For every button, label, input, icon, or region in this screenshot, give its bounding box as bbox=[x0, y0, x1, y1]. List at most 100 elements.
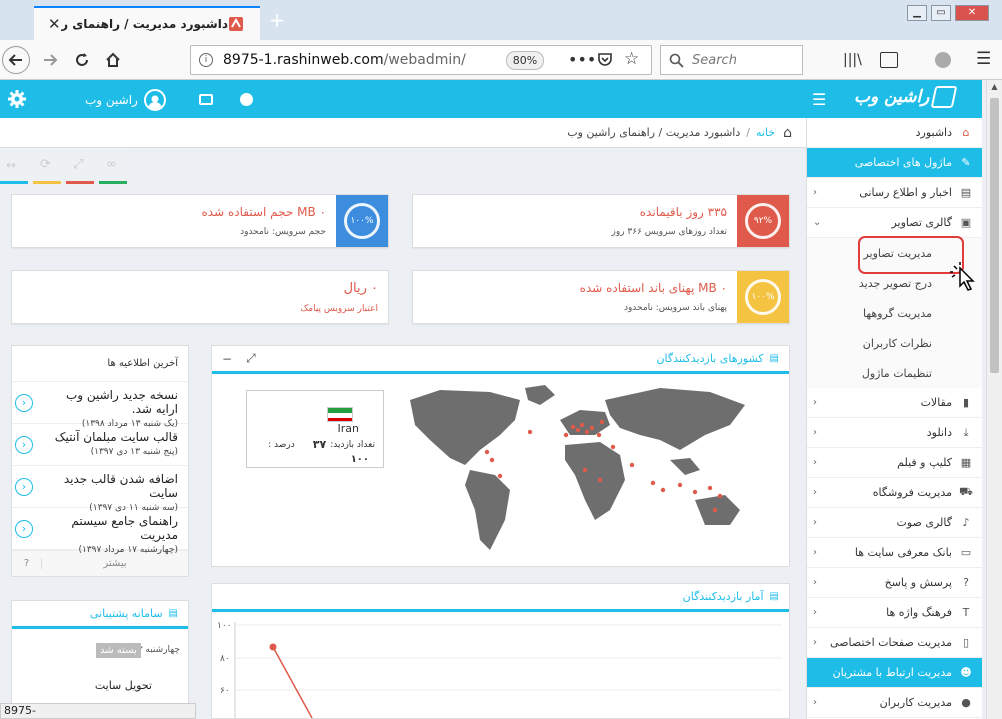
close-window-button[interactable]: ✕ bbox=[955, 5, 989, 21]
download-icon: ⤓ bbox=[963, 425, 969, 439]
sidebar-item-10[interactable]: ⤓ دانلود ‹ bbox=[807, 418, 982, 448]
support-panel: ▤ سامانه پشتیبانی چهارشنبه ۳ مهر ۱۳۹۸ بس… bbox=[11, 600, 189, 719]
image-icon: ▣ bbox=[960, 216, 972, 229]
menu-icon[interactable]: ☰ bbox=[976, 49, 991, 69]
panel-list-icon: ▤ bbox=[769, 591, 779, 602]
news-item[interactable]: نسخه جدید راشین وب ارایه شد. (یک شنبه ۱۳ … bbox=[12, 382, 188, 429]
chevron-left-icon[interactable]: ‹ bbox=[15, 394, 33, 412]
page-actions-icon[interactable]: ••• bbox=[568, 50, 596, 69]
days-percent: ۹۲% bbox=[745, 203, 781, 239]
news-item[interactable]: اضافه شدن قالب جدید سایت (سه شنبه ۱۱ دی ۱… bbox=[12, 466, 188, 513]
maximize-button[interactable]: ▭ bbox=[931, 5, 951, 21]
back-button[interactable] bbox=[2, 46, 30, 74]
sidebar-item-9[interactable]: ▮ مقالات ‹ bbox=[807, 388, 982, 418]
world-map[interactable] bbox=[370, 380, 765, 560]
sidebar-item-1[interactable]: ✎ ماژول های اختصاصی bbox=[807, 148, 982, 178]
sidebar-subitem[interactable]: نظرات کاربران bbox=[807, 328, 982, 358]
sidebar-item-label: مدیریت کاربران bbox=[879, 696, 952, 709]
news-item-title: قالب سایت مبلمان آنتیک bbox=[54, 430, 178, 444]
news-panel: آخرین اطلاعیه ها نسخه جدید راشین وب ارای… bbox=[11, 345, 189, 577]
breadcrumb-home-icon[interactable]: ⌂ bbox=[783, 125, 792, 141]
sidebar-item-11[interactable]: ▦ کلیپ و فیلم ‹ bbox=[807, 448, 982, 478]
scrollbar-thumb[interactable] bbox=[990, 98, 999, 373]
link-icon[interactable]: ∞ bbox=[106, 157, 117, 172]
sidebar-toggle-icon[interactable] bbox=[880, 52, 898, 68]
site-globe-icon[interactable] bbox=[240, 93, 253, 106]
zoom-indicator[interactable]: 80% bbox=[506, 51, 544, 70]
sidebar-item-16[interactable]: T فرهنگ واژه ها ‹ bbox=[807, 598, 982, 628]
sidebar-item-14[interactable]: ▭ بانک معرفی سایت ها ‹ bbox=[807, 538, 982, 568]
sidebar-item-label: مدیریت صفحات اختصاصی bbox=[830, 636, 952, 649]
help-icon[interactable]: ? bbox=[12, 558, 42, 569]
settings-gear-icon[interactable] bbox=[8, 90, 26, 111]
collapse-panel-icon[interactable]: − bbox=[222, 352, 232, 366]
chevron-left-icon[interactable]: ‹ bbox=[15, 520, 33, 538]
user-menu[interactable]: راشین وب bbox=[85, 89, 166, 111]
sidebar-subitem-label: نظرات کاربران bbox=[862, 336, 932, 350]
sidebar-subitem[interactable]: تنظیمات ماژول bbox=[807, 358, 982, 388]
home-button[interactable] bbox=[99, 46, 127, 74]
sidebar-subitem[interactable]: مدیریت گروهها bbox=[807, 298, 982, 328]
mouse-cursor-icon bbox=[950, 262, 975, 291]
sidebar-item-12[interactable]: ⛟ مدیریت فروشگاه ‹ bbox=[807, 478, 982, 508]
sidebar-item-0[interactable]: ⌂ داشبورد bbox=[807, 118, 982, 148]
sidebar-item-18[interactable]: ☻ مدیریت ارتباط با مشتریان bbox=[807, 658, 982, 688]
chevron-left-icon: ‹ bbox=[813, 397, 817, 408]
bandwidth-ring: ۱۰۰% bbox=[737, 271, 789, 323]
refresh-icon[interactable]: ⟳ bbox=[40, 157, 51, 172]
app-logo[interactable]: راشین وب bbox=[854, 86, 958, 108]
expand-icon[interactable]: ⤢ bbox=[73, 157, 83, 172]
sidebar-subitem-label: درج تصویر جدید bbox=[858, 276, 932, 290]
support-ticket-title[interactable]: تحویل سایت bbox=[95, 679, 152, 692]
news-more-link[interactable]: بیشتر bbox=[42, 558, 188, 569]
new-tab-button[interactable]: + bbox=[266, 10, 288, 32]
chevron-left-icon: ‹ bbox=[813, 457, 817, 468]
sidebar-item-15[interactable]: ? پرسش و پاسخ ‹ bbox=[807, 568, 982, 598]
chevron-left-icon: ‹ bbox=[813, 577, 817, 588]
messages-icon[interactable] bbox=[199, 94, 213, 105]
chevron-left-icon: ‹ bbox=[813, 697, 817, 708]
library-icon[interactable]: |||\ bbox=[843, 52, 862, 68]
sidebar-item-17[interactable]: ▯ مدیریت صفحات اختصاصی ‹ bbox=[807, 628, 982, 658]
page-scrollbar[interactable]: ▲ bbox=[986, 80, 1002, 719]
search-placeholder: Search bbox=[692, 52, 737, 68]
forward-button[interactable] bbox=[36, 46, 64, 74]
file-icon: ▮ bbox=[962, 396, 970, 409]
globe-icon[interactable] bbox=[935, 52, 951, 68]
reload-icon bbox=[76, 53, 88, 66]
days-left: ۳۳۵ روز باقیمانده bbox=[639, 205, 727, 219]
news-item[interactable]: قالب سایت مبلمان آنتیک (پنج شنبه ۱۳ دی ۱۳… bbox=[12, 424, 188, 466]
film-icon: ▦ bbox=[960, 456, 972, 469]
search-input[interactable]: Search bbox=[660, 45, 803, 75]
sidebar-item-label: گالری تصاویر bbox=[891, 216, 952, 229]
resize-icon[interactable]: ↔ bbox=[6, 158, 16, 172]
news-item[interactable]: راهنمای جامع سیستم مدیریت (چهارشنبه ۱۷ مر… bbox=[12, 508, 188, 555]
sidebar-item-2[interactable]: ▤ اخبار و اطلاع رسانی ‹ bbox=[807, 178, 982, 208]
disk-used: ۰ MB حجم استفاده شده bbox=[201, 205, 326, 219]
chevron-left-icon[interactable]: ‹ bbox=[15, 478, 33, 496]
stats-title: آمار بازدیدکنندگان bbox=[682, 590, 764, 603]
tab-close-icon[interactable]: ✕ bbox=[48, 15, 61, 33]
sidebar-item-13[interactable]: ♪ گالری صوت ‹ bbox=[807, 508, 982, 538]
countries-title: کشورهای بازدیدکنندگان bbox=[656, 352, 764, 365]
reload-button[interactable] bbox=[68, 46, 96, 74]
sidebar-item-3[interactable]: ▣ گالری تصاویر ⌄ bbox=[807, 208, 982, 238]
bookmark-star-icon[interactable]: ☆ bbox=[624, 49, 639, 69]
y-tick: ۶۰ bbox=[220, 686, 230, 696]
sidebar-item-label: پرسش و پاسخ bbox=[884, 576, 952, 589]
sidebar-toggle-button[interactable]: ☰ bbox=[812, 90, 826, 109]
info-icon[interactable]: i bbox=[199, 53, 213, 67]
browser-tab[interactable]: داشبورد مدیریت / راهنمای راشین و ✕ bbox=[34, 6, 260, 40]
app-header: راشین وب bbox=[0, 80, 806, 118]
tooltip-percent-label: درصد : bbox=[268, 439, 295, 450]
chevron-left-icon[interactable]: ‹ bbox=[15, 436, 33, 454]
pocket-icon[interactable] bbox=[597, 51, 613, 70]
minimize-button[interactable]: ▁ bbox=[907, 5, 927, 21]
breadcrumb-home[interactable]: خانه bbox=[756, 126, 775, 139]
expand-panel-icon[interactable]: ⤢ bbox=[246, 351, 256, 366]
bandwidth-box: ۱۰۰% ۰ MB پهنای باند استفاده شده پهنای ب… bbox=[412, 270, 790, 324]
sidebar-subitem-label: مدیریت تصاویر bbox=[863, 246, 932, 260]
search-icon bbox=[669, 53, 684, 68]
sidebar-item-19[interactable]: ● مدیریت کاربران ‹ bbox=[807, 688, 982, 718]
cart-icon: ⛟ bbox=[959, 485, 973, 498]
